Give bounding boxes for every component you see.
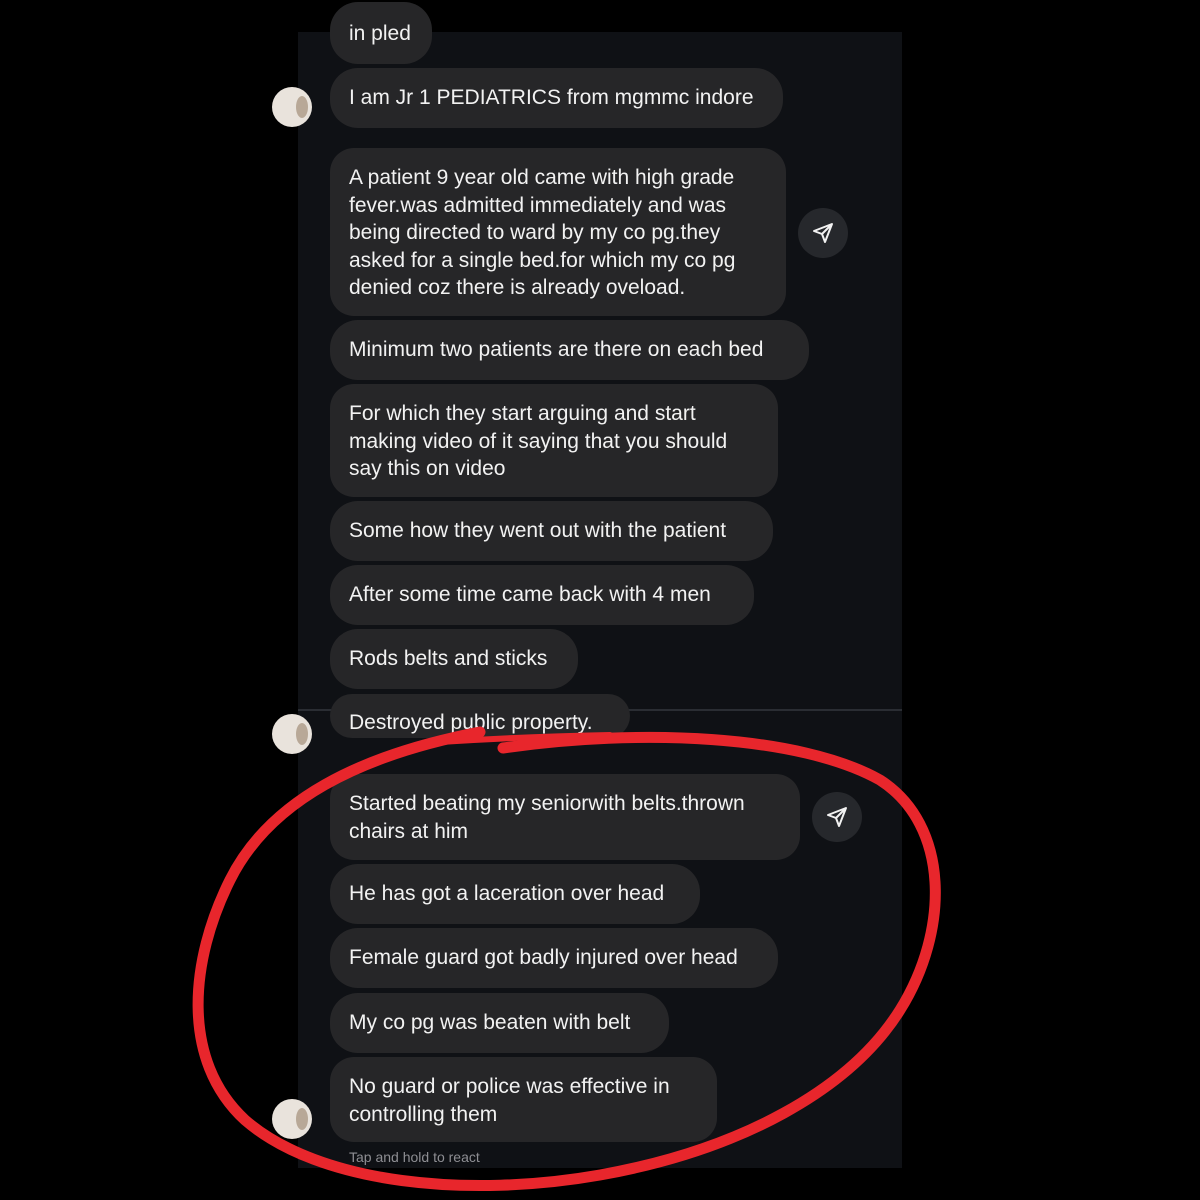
message-bubble[interactable]: Rods belts and sticks (330, 629, 578, 689)
paper-plane-icon (813, 223, 833, 243)
message-bubble[interactable]: I am Jr 1 PEDIATRICS from mgmmc indore (330, 68, 783, 128)
sender-avatar[interactable] (272, 87, 312, 127)
message-bubble[interactable]: After some time came back with 4 men (330, 565, 754, 625)
paper-plane-icon (827, 807, 847, 827)
sender-avatar[interactable] (272, 1099, 312, 1139)
message-bubble[interactable]: No guard or police was effective in cont… (330, 1057, 717, 1142)
message-bubble[interactable]: My co pg was beaten with belt (330, 993, 669, 1053)
message-bubble[interactable]: For which they start arguing and start m… (330, 384, 778, 497)
message-bubble[interactable]: Female guard got badly injured over head (330, 928, 778, 988)
message-bubble[interactable]: A patient 9 year old came with high grad… (330, 148, 786, 316)
message-bubble[interactable]: Started beating my seniorwith belts.thro… (330, 774, 800, 860)
tap-hold-hint: Tap and hold to react (349, 1149, 480, 1165)
sender-avatar[interactable] (272, 714, 312, 754)
share-button[interactable] (812, 792, 862, 842)
message-bubble[interactable]: Destroyed public property. (330, 694, 630, 738)
message-bubble[interactable]: in pled (330, 2, 432, 64)
message-bubble[interactable]: Some how they went out with the patient (330, 501, 773, 561)
share-button[interactable] (798, 208, 848, 258)
message-bubble[interactable]: Minimum two patients are there on each b… (330, 320, 809, 380)
message-bubble[interactable]: He has got a laceration over head (330, 864, 700, 924)
